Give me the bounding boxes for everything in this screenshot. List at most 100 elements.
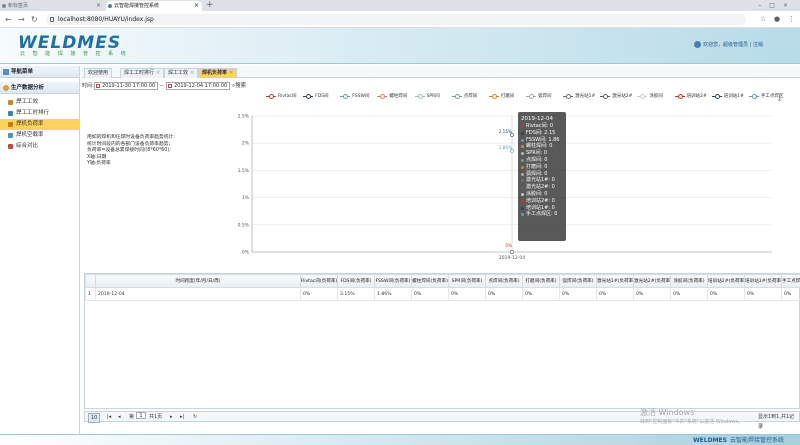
- legend-item[interactable]: 激光站2#: [600, 93, 632, 101]
- tooltip-row: 点焊间: 0: [521, 157, 563, 164]
- load-rate-chart[interactable]: 0% 0.5% 1% 1.5% 2% 2.5% 2019-12-04 2.15% 1.86% 0%: [232, 106, 792, 276]
- page-size-select[interactable]: 10: [88, 413, 101, 423]
- column-header[interactable]: 激光站2#(负荷率): [633, 274, 671, 288]
- legend-item[interactable]: SPR间: [414, 93, 440, 101]
- user-welcome-text[interactable]: 欢迎您，超级管理员 | 注销: [703, 42, 763, 48]
- tab-welder-hours-rank[interactable]: 焊工工时排行 ×: [120, 68, 165, 78]
- sidebar-item-comparison[interactable]: 综合对比: [0, 141, 79, 152]
- refresh-icon[interactable]: ↻: [193, 412, 197, 422]
- column-header[interactable]: 时间跨度(年/月/日/周): [95, 274, 301, 288]
- close-tab-icon[interactable]: ×: [156, 70, 160, 76]
- column-header[interactable]: [85, 274, 96, 288]
- column-header[interactable]: SPR间(负荷率): [448, 274, 486, 288]
- last-page-icon[interactable]: ▸|: [180, 412, 184, 422]
- series-dot-icon: [521, 186, 524, 190]
- table-cell: 0%: [485, 287, 523, 301]
- column-header[interactable]: FDS间(负荷率): [337, 274, 375, 288]
- pager-summary: 显示1到1,共1记录: [758, 414, 795, 430]
- legend-swatch-icon: [340, 94, 351, 99]
- tab-welcome[interactable]: 欢迎使用: [84, 68, 113, 78]
- sidebar-section-production[interactable]: 生产数据分析: [0, 82, 79, 94]
- legend-item[interactable]: 培训站1#: [711, 93, 744, 101]
- legend-item[interactable]: FDS间: [303, 93, 329, 101]
- menu-kebab-icon[interactable]: ⋮: [788, 14, 795, 25]
- back-icon[interactable]: ←: [5, 14, 12, 25]
- next-page-icon[interactable]: ▸: [170, 412, 173, 422]
- table-cell: 2019-12-04: [95, 287, 301, 301]
- idle-rate-icon: [8, 133, 13, 138]
- legend-item[interactable]: 打磨间: [488, 93, 514, 101]
- column-header[interactable]: 手工点焊区(负荷率): [781, 274, 800, 288]
- info-icon: [50, 17, 54, 22]
- table-row[interactable]: 1 2019-12-04 0% 3.15% 1.86% 0% 0% 0% 0% 0% 0% 0% 0% 0…: [85, 287, 800, 301]
- table-cell: 0%: [559, 287, 597, 301]
- sidebar-item-machine-load-rate[interactable]: 焊机负荷率: [0, 119, 79, 130]
- sidebar-item-welder-hours-rank[interactable]: 焊工工时排行: [0, 108, 79, 119]
- sidebar-nav-header[interactable]: 导航菜单: [0, 66, 79, 78]
- close-tab-icon[interactable]: ×: [194, 1, 199, 11]
- sidebar-item-welder-efficiency[interactable]: 焊工工效: [0, 97, 79, 108]
- legend-item[interactable]: Rivtac间: [266, 93, 297, 101]
- table-header-row: 时间跨度(年/月/日/周) Rivtac间(负荷率) FDS间(负荷率) FSSW间(…: [85, 274, 800, 288]
- new-tab-button[interactable]: +: [206, 0, 214, 11]
- table-cell: 0%: [633, 287, 671, 301]
- bookmark-star-icon[interactable]: ☆: [760, 14, 766, 25]
- window-controls[interactable]: –□×: [758, 0, 796, 11]
- series-dot-icon: [521, 158, 524, 162]
- x-tick-label: 2019-12-04: [499, 255, 525, 261]
- table-cell: 1: [85, 287, 96, 301]
- tooltip-row: 手工点焊区: 0: [521, 211, 563, 218]
- tooltip-row: 激光站2#: 0: [521, 184, 563, 191]
- url-input[interactable]: localhost:8080/HUAYU/index.jsp: [46, 14, 746, 25]
- profile-icon[interactable]: ●: [774, 14, 780, 25]
- search-button[interactable]: ⌕搜索: [232, 81, 246, 91]
- legend-swatch-icon: [488, 94, 499, 99]
- column-header[interactable]: Rivtac间(负荷率): [300, 274, 338, 288]
- forward-icon[interactable]: →: [18, 14, 25, 25]
- legend-item[interactable]: 弧焊间: [526, 93, 552, 101]
- search-label: 搜索: [235, 83, 247, 89]
- browser-tab-active[interactable]: 云智能焊接管控系统 ×: [106, 1, 202, 11]
- tab-machine-load-rate[interactable]: 焊机负荷率 ×: [198, 68, 238, 78]
- legend-item[interactable]: 点焊间: [451, 93, 477, 101]
- legend-item[interactable]: 激光站1#: [563, 93, 595, 101]
- legend-item[interactable]: 培训站2#: [674, 93, 707, 101]
- tab-label: 焊工工效: [168, 70, 189, 76]
- close-tab-icon[interactable]: ×: [190, 70, 194, 76]
- sidebar-item-label: 焊机空载率: [16, 132, 44, 138]
- column-header[interactable]: 涂胶间(负荷率): [670, 274, 708, 288]
- close-tab-icon[interactable]: ×: [96, 1, 101, 11]
- download-icon[interactable]: ⤓: [778, 94, 781, 103]
- legend-item[interactable]: FSSW间: [340, 93, 369, 101]
- user-welcome[interactable]: 欢迎您，超级管理员 | 注销: [694, 41, 763, 48]
- column-header[interactable]: 培训站1#(负荷率): [744, 274, 782, 288]
- data-label: 2.15%: [499, 129, 512, 134]
- column-header[interactable]: FSSW间(负荷率): [374, 274, 412, 288]
- column-header[interactable]: 弧焊间(负荷率): [559, 274, 597, 288]
- legend-label: Rivtac间: [278, 94, 297, 99]
- series-dot-icon: [521, 172, 524, 176]
- tooltip-row-text: 培训站1#: 0: [526, 204, 555, 211]
- column-header[interactable]: 激光站1#(负荷率): [596, 274, 634, 288]
- legend-item[interactable]: 螺柱焊间: [377, 93, 407, 101]
- first-page-icon[interactable]: |◂: [107, 412, 111, 422]
- sidebar-item-machine-idle-rate[interactable]: 焊机空载率: [0, 130, 79, 141]
- start-date-input[interactable]: 2019-11-30 17:00:00: [94, 82, 158, 90]
- table-cell: 0%: [522, 287, 560, 301]
- legend-item[interactable]: 涂胶间: [637, 93, 663, 101]
- column-header[interactable]: 打磨间(负荷率): [522, 274, 560, 288]
- page-number-value[interactable]: 1: [136, 412, 146, 419]
- column-header[interactable]: 螺柱焊间(负荷率): [411, 274, 449, 288]
- tab-welder-efficiency[interactable]: 焊工工效 ×: [164, 68, 199, 78]
- column-header[interactable]: 培训站2#(负荷率): [707, 274, 745, 288]
- tooltip-row-text: 螺柱焊间: 0: [526, 143, 553, 150]
- end-date-input[interactable]: 2019-12-04 17:00:00: [166, 82, 230, 90]
- tab-label: 焊机负荷率: [202, 70, 228, 76]
- column-header[interactable]: 点焊间(负荷率): [485, 274, 523, 288]
- browser-tab-new[interactable]: 新标签页 ×: [0, 1, 104, 11]
- series-dot-icon: [521, 125, 524, 128]
- close-tab-icon[interactable]: ×: [229, 70, 233, 76]
- reload-icon[interactable]: ↻: [31, 14, 38, 25]
- welder-icon: [8, 100, 13, 105]
- prev-page-icon[interactable]: ◂: [118, 412, 121, 422]
